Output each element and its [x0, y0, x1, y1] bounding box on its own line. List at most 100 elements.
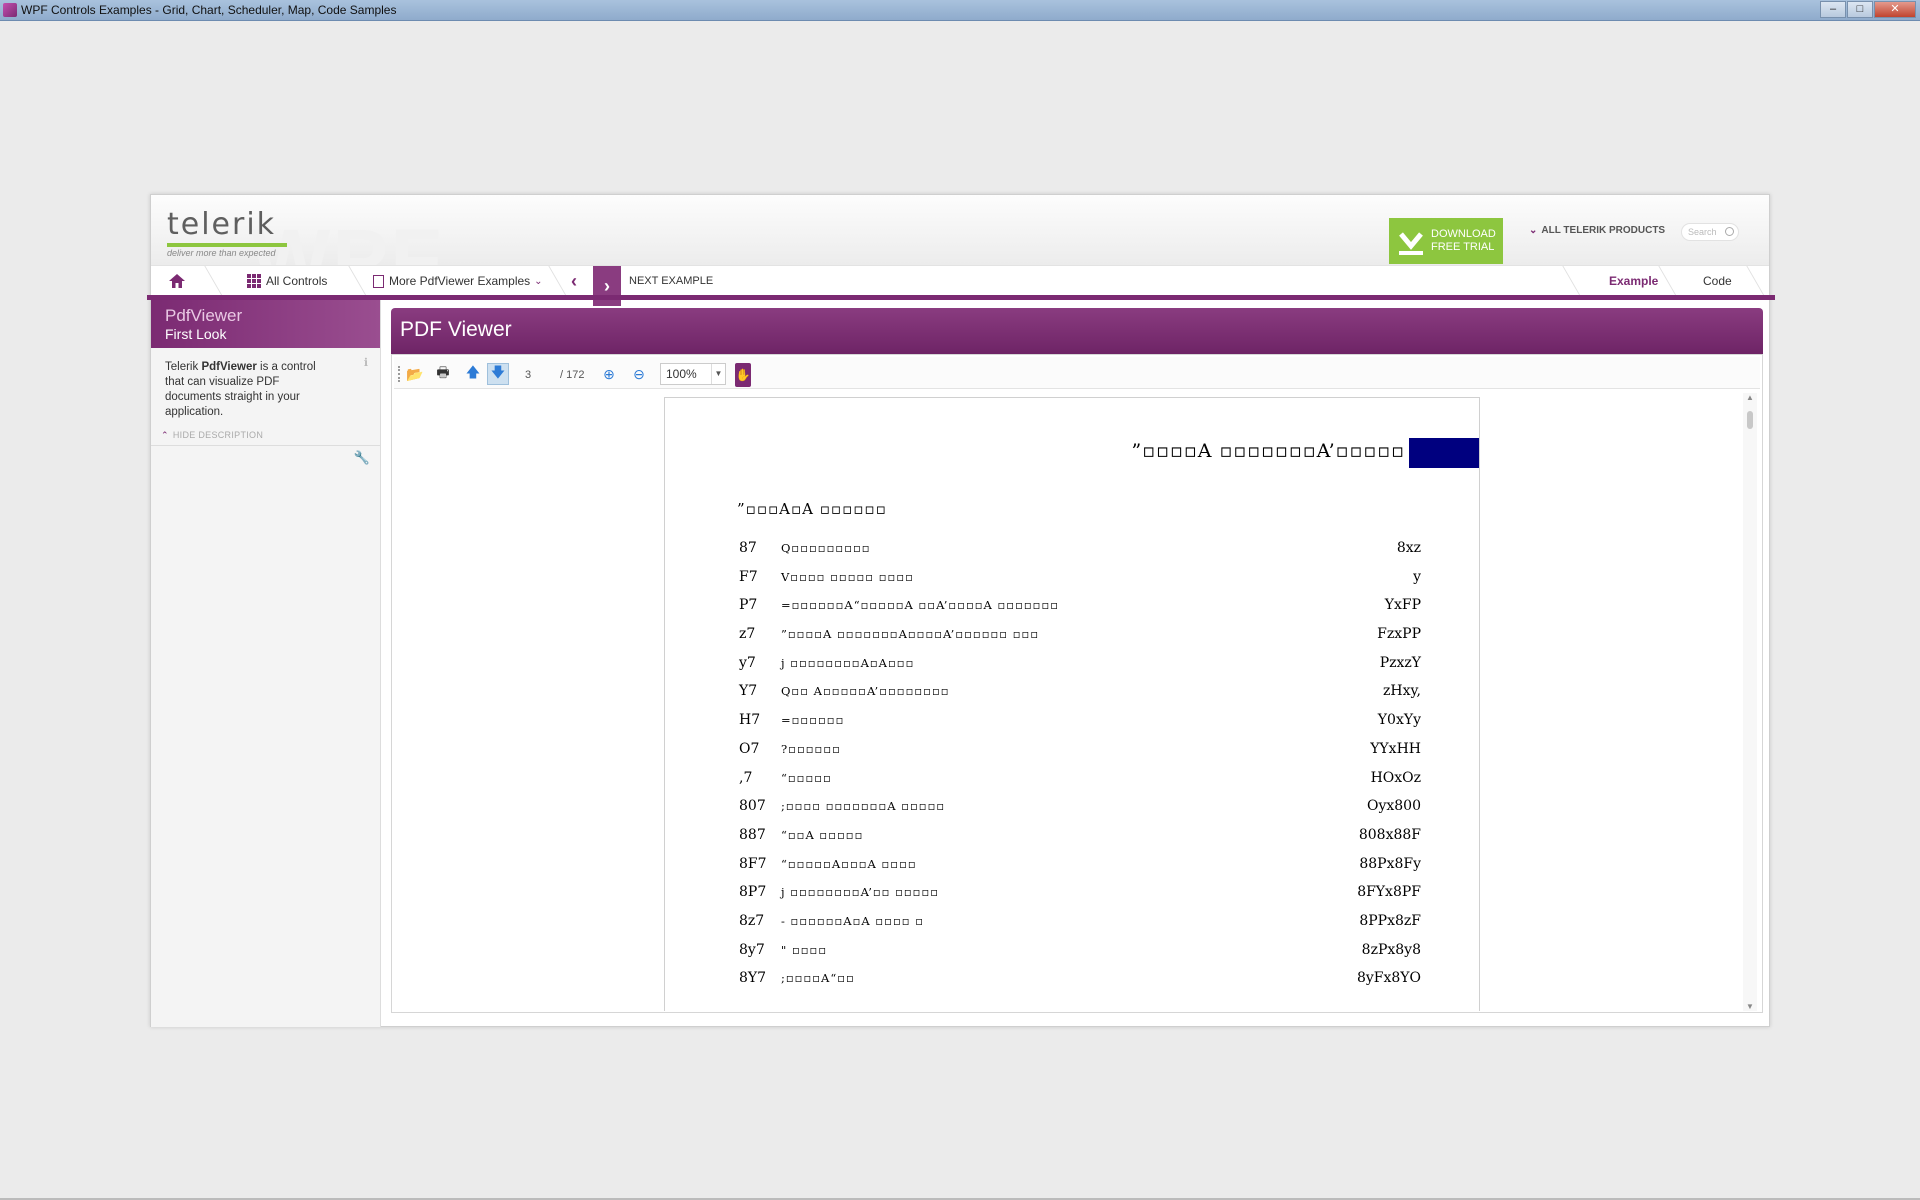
- grid-icon: [247, 274, 261, 288]
- tab-code[interactable]: Code: [1703, 266, 1732, 296]
- toc-text: =▫▫▫▫▫▫A“▫▫▫▫▫A ▫▫A’▫▫▫▫A ▫▫▫▫▫▫▫: [781, 598, 1060, 613]
- download-arrow-icon: [1397, 226, 1425, 256]
- toc-number: 8F7: [739, 855, 767, 872]
- logo-text: telerik: [167, 207, 277, 242]
- scroll-down-icon[interactable]: ▼: [1746, 1002, 1754, 1011]
- hide-description-toggle[interactable]: ⌃ HIDE DESCRIPTION: [161, 430, 263, 441]
- info-icon[interactable]: ℹ: [364, 356, 368, 369]
- toc-row: 8F7 “▫▫▫▫▫A▫▫▫A ▫▫▫▫ 88Px8Fy: [739, 856, 1421, 885]
- sidebar-header: PdfViewer First Look: [151, 300, 380, 348]
- app-icon: [3, 3, 17, 17]
- close-button[interactable]: ✕: [1874, 1, 1916, 18]
- logo-tagline: deliver more than expected: [167, 248, 276, 258]
- pdf-viewer: 📂 🖶 🡅 🡇 3 / 172 ⊕ ⊖ 100% ▼ ✋ ”▫▫▫▫A ▫▫▫▫…: [391, 354, 1763, 1013]
- telerik-logo[interactable]: telerik deliver more than expected: [167, 207, 287, 258]
- toc-number: 807: [739, 798, 766, 815]
- pdf-page: ”▫▫▫▫A ▫▫▫▫▫▫▫A’▫▫▫▫▫ ”▫▫▫A▫A ▫▫▫▫▫▫ 87 Q…: [664, 397, 1480, 1011]
- search-placeholder: Search: [1688, 227, 1717, 237]
- toc-row: 887 “▫▫A ▫▫▫▫▫ 808x88F: [739, 827, 1421, 856]
- toc-number: 87: [739, 540, 757, 556]
- more-examples-dropdown[interactable]: More PdfViewer Examples ⌄: [373, 266, 543, 296]
- minimize-button[interactable]: –: [1820, 1, 1846, 18]
- home-button[interactable]: [169, 266, 185, 296]
- toc-row: ,7 “▫▫▫▫▫ HOxOz: [739, 770, 1421, 799]
- page-down-icon[interactable]: 🡇: [487, 363, 509, 385]
- table-of-contents: 87 Q▫▫▫▫▫▫▫▫▫ 8xz F7 V▫▫▫▫ ▫▫▫▫▫ ▫▫▫▫ y P7 =▫…: [739, 540, 1421, 999]
- chevron-right-icon: ›: [604, 275, 610, 296]
- download-trial-button[interactable]: DOWNLOAD FREE TRIAL: [1389, 218, 1503, 264]
- all-controls-link[interactable]: All Controls: [247, 266, 327, 296]
- toc-number: O7: [739, 740, 760, 757]
- pdf-toolbar: 📂 🖶 🡅 🡇 3 / 172 ⊕ ⊖ 100% ▼ ✋: [394, 357, 1760, 389]
- pdf-icon: [373, 274, 384, 288]
- scroll-up-icon[interactable]: ▲: [1746, 393, 1754, 402]
- vertical-scrollbar[interactable]: ▲ ▼: [1743, 393, 1757, 1011]
- current-page-input[interactable]: 3: [525, 369, 531, 381]
- toc-row: 87 Q▫▫▫▫▫▫▫▫▫ 8xz: [739, 540, 1421, 569]
- nav-bar: All Controls More PdfViewer Examples ⌄ ‹…: [151, 265, 1769, 306]
- toc-text: “▫▫▫▫▫A▫▫▫A ▫▫▫▫: [781, 856, 917, 871]
- zoom-out-icon[interactable]: ⊖: [628, 363, 650, 385]
- page-up-icon[interactable]: 🡅: [462, 363, 484, 385]
- toc-row: 807 ;▫▫▫▫ ▫▫▫▫▫▫▫A ▫▫▫▫▫ Oyx800: [739, 798, 1421, 827]
- toc-page: 808x88F: [1358, 826, 1421, 843]
- window-title: WPF Controls Examples - Grid, Chart, Sch…: [21, 3, 397, 17]
- toc-text: ;▫▫▫▫A“▫▫: [781, 971, 855, 986]
- toc-row: Y7 Q▫▫ A▫▫▫▫▫A’▫▫▫▫▫▫▫▫ zHxy,: [739, 683, 1421, 712]
- search-input[interactable]: Search: [1681, 223, 1739, 241]
- toc-text: ”▫▫▫▫A ▫▫▫▫▫▫▫A▫▫▫▫A’▫▫▫▫▫▫ ▫▫▫: [781, 627, 1040, 642]
- home-icon: [169, 274, 185, 288]
- tab-example[interactable]: Example: [1609, 266, 1658, 296]
- toc-page: 8PPx8zF: [1359, 912, 1421, 929]
- document-area[interactable]: ”▫▫▫▫A ▫▫▫▫▫▫▫A’▫▫▫▫▫ ”▫▫▫A▫A ▫▫▫▫▫▫ 87 Q…: [396, 391, 1742, 1011]
- more-examples-label: More PdfViewer Examples: [389, 274, 531, 288]
- window-titlebar: WPF Controls Examples - Grid, Chart, Sch…: [0, 0, 1920, 21]
- window-controls: – □ ✕: [1820, 1, 1916, 18]
- wrench-icon[interactable]: 🔧: [354, 450, 370, 466]
- all-products-label: ALL TELERIK PRODUCTS: [1541, 225, 1666, 236]
- zoom-in-icon[interactable]: ⊕: [598, 363, 620, 385]
- example-name: First Look: [165, 326, 227, 342]
- print-icon[interactable]: 🖶: [432, 363, 454, 385]
- zoom-combobox[interactable]: 100% ▼: [660, 363, 726, 385]
- toc-text: “▫▫▫▫▫: [781, 770, 832, 785]
- toc-row: P7 =▫▫▫▫▫▫A“▫▫▫▫▫A ▫▫A’▫▫▫▫A ▫▫▫▫▫▫▫ YxFP: [739, 597, 1421, 626]
- previous-example-button[interactable]: ‹: [571, 266, 577, 296]
- toc-page: zHxy,: [1383, 683, 1421, 700]
- all-products-menu[interactable]: ⌄ ALL TELERIK PRODUCTS: [1529, 225, 1665, 236]
- toc-page: y: [1413, 568, 1421, 585]
- scroll-thumb[interactable]: [1747, 411, 1753, 429]
- toc-text: j ▫▫▫▫▫▫▫▫A▫A▫▫▫: [781, 655, 915, 670]
- desc-text: Telerik: [165, 361, 202, 373]
- toc-text: j ▫▫▫▫▫▫▫▫A’▫▫ ▫▫▫▫▫: [781, 885, 940, 900]
- document-subtitle: ”▫▫▫A▫A ▫▫▫▫▫▫: [737, 500, 887, 518]
- desc-bold: PdfViewer: [201, 361, 257, 373]
- toc-page: PzxzY: [1379, 654, 1421, 671]
- toc-number: H7: [739, 712, 761, 729]
- pan-hand-icon[interactable]: ✋: [735, 363, 751, 387]
- toc-page: Oyx800: [1366, 798, 1421, 815]
- chevron-down-icon[interactable]: ▼: [711, 364, 725, 384]
- maximize-button[interactable]: □: [1847, 1, 1873, 18]
- zoom-value: 100%: [666, 367, 697, 381]
- next-example-button[interactable]: ›: [593, 266, 621, 306]
- toc-text: Q▫▫▫▫▫▫▫▫▫: [781, 541, 871, 555]
- download-label-2: FREE TRIAL: [1431, 241, 1495, 253]
- toc-text: V▫▫▫▫ ▫▫▫▫▫ ▫▫▫▫: [781, 569, 914, 584]
- toc-page: 8yFx8YO: [1356, 970, 1421, 987]
- toc-page: 8FYx8PF: [1357, 884, 1421, 901]
- toc-page: YxFP: [1384, 597, 1421, 614]
- toc-row: y7 j ▫▫▫▫▫▫▫▫A▫A▫▫▫ PzxzY: [739, 655, 1421, 684]
- next-example-link[interactable]: NEXT EXAMPLE: [629, 266, 713, 296]
- toolbar-grip[interactable]: [398, 366, 400, 382]
- toc-number: y7: [739, 654, 756, 671]
- demo-app-frame: WPF telerik deliver more than expected D…: [147, 194, 1775, 1027]
- example-title: PDF Viewer: [400, 318, 512, 341]
- toc-row: 8Y7 ;▫▫▫▫A“▫▫ 8yFx8YO: [739, 970, 1421, 999]
- open-icon[interactable]: 📂: [404, 363, 426, 385]
- nav-divider: [147, 295, 1775, 300]
- toc-page: 88Px8Fy: [1359, 855, 1421, 872]
- toc-number: ,7: [739, 769, 753, 786]
- toc-number: Y7: [739, 683, 758, 700]
- chevron-down-icon: ⌄: [1529, 225, 1538, 236]
